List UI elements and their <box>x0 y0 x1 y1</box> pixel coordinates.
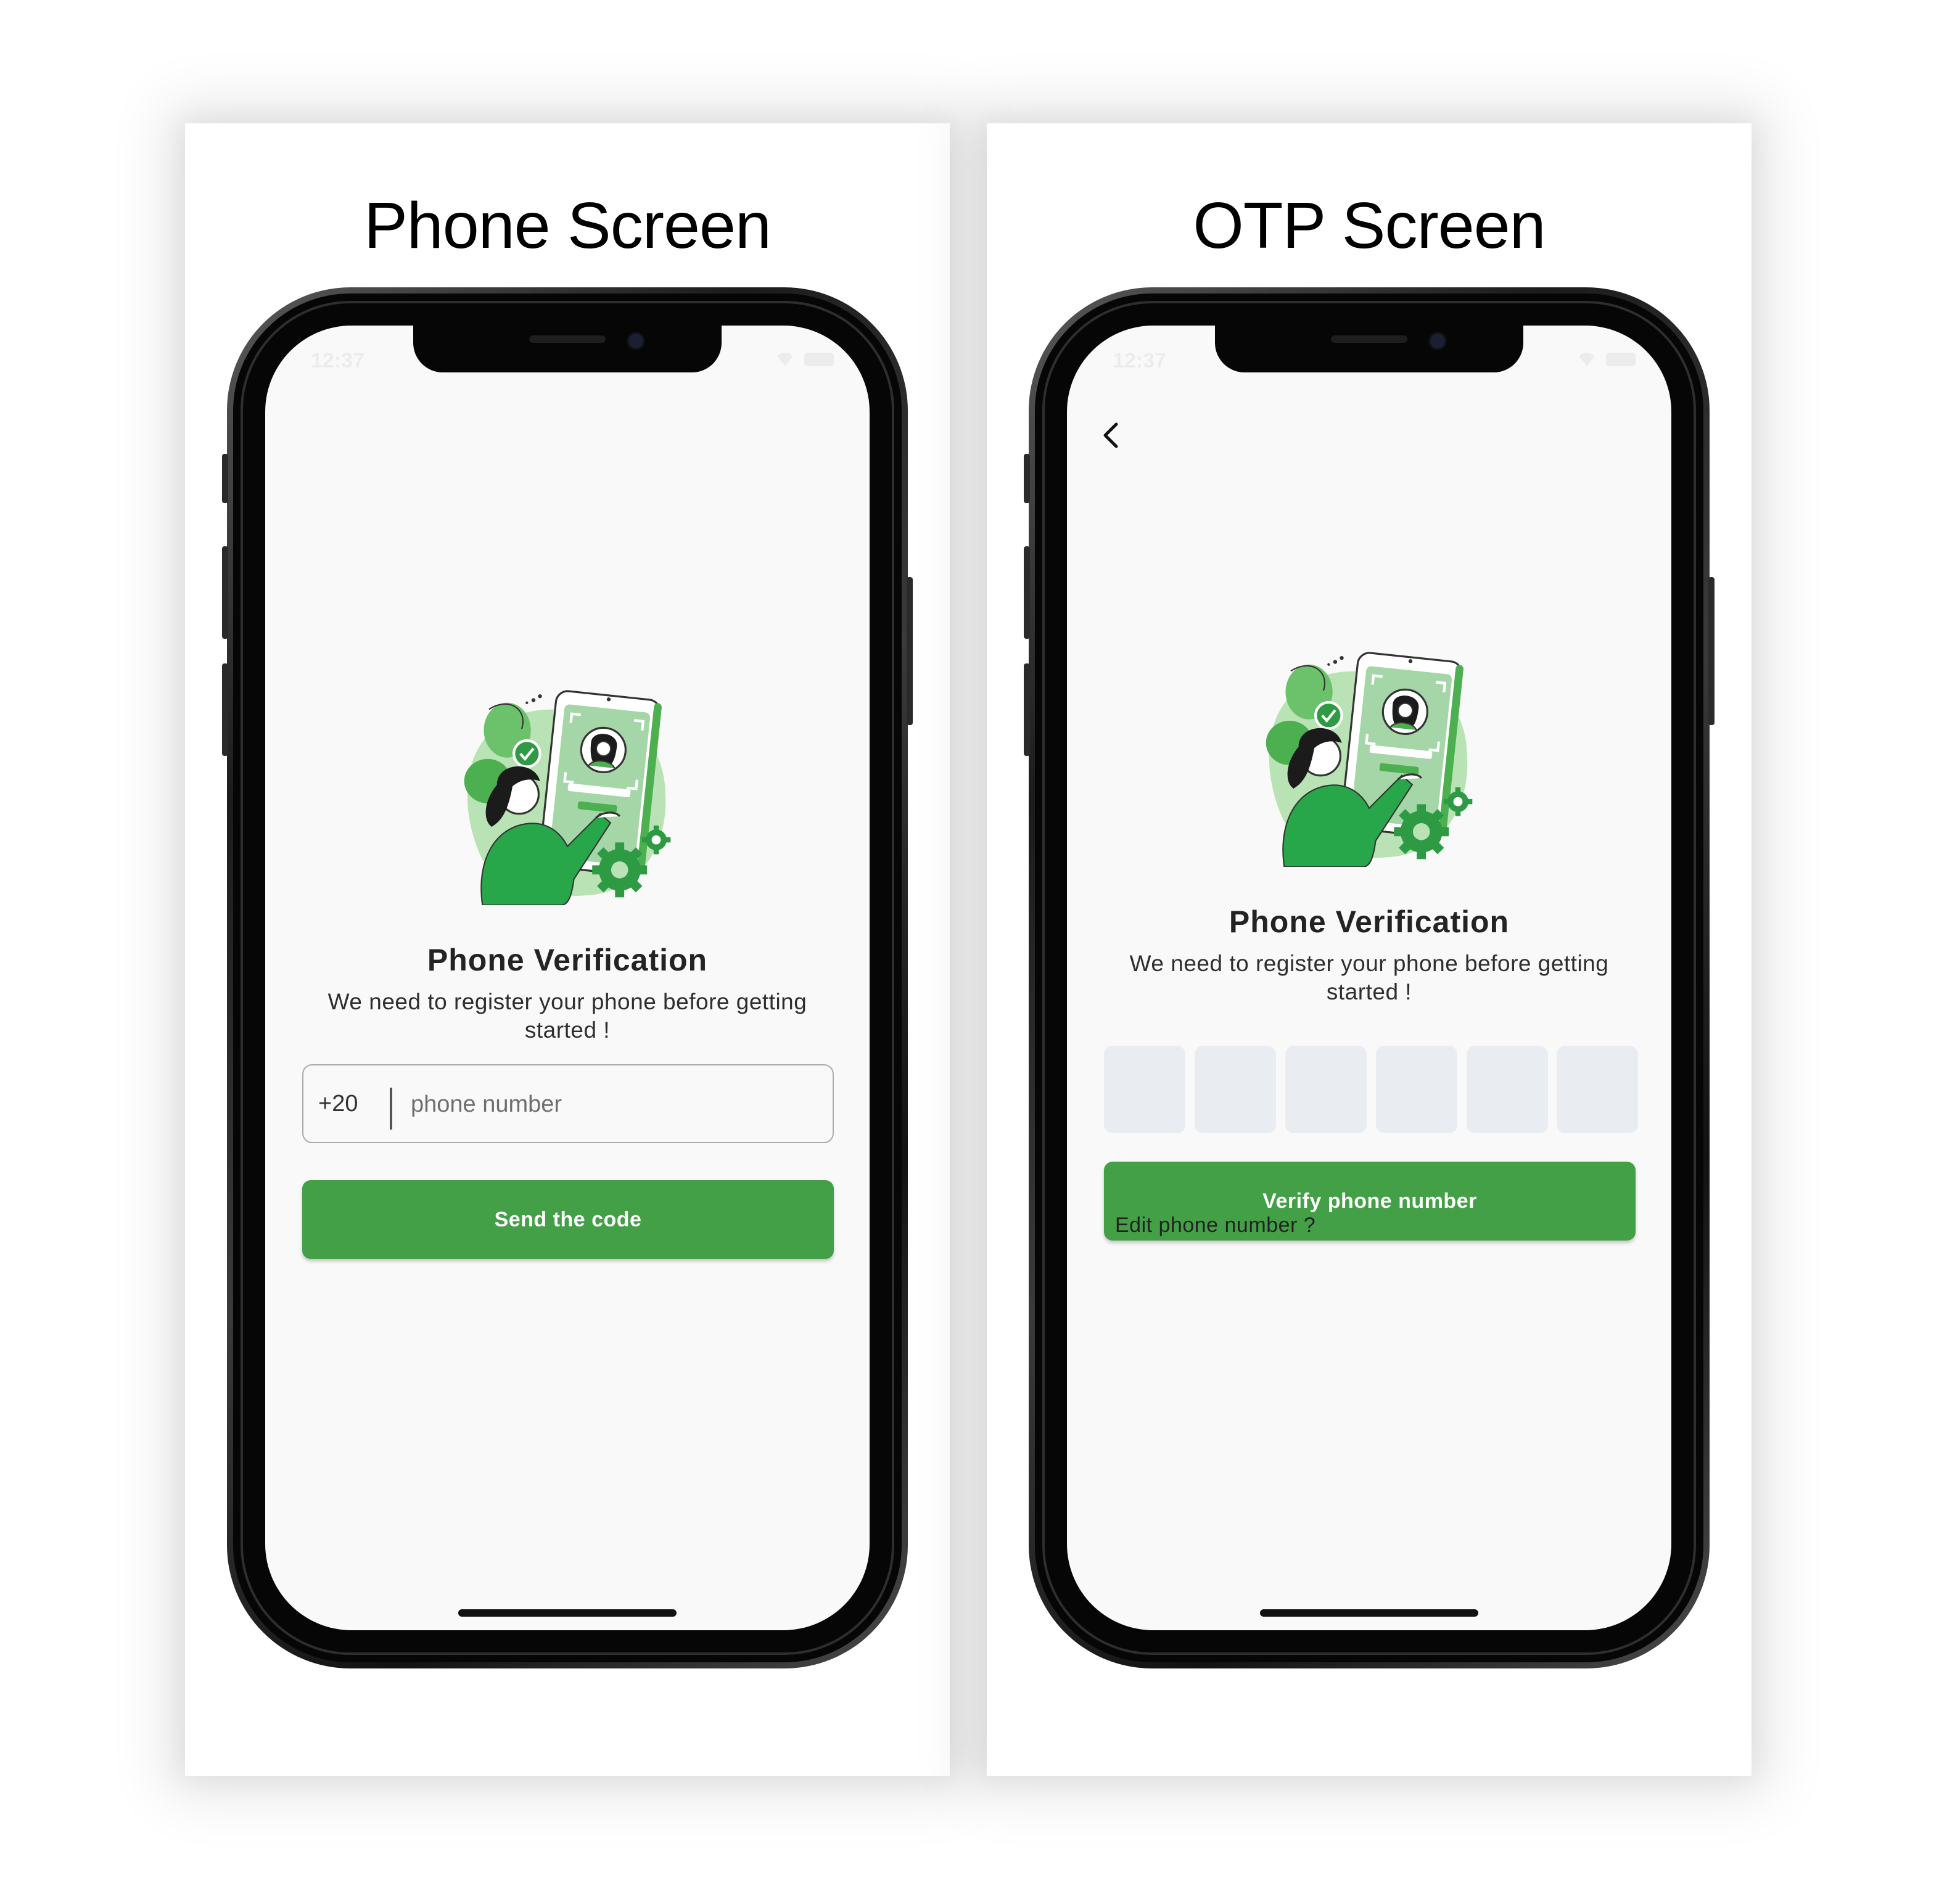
camera-icon <box>627 332 645 350</box>
field-divider <box>390 1088 392 1130</box>
otp-digit-input[interactable] <box>1104 1046 1185 1133</box>
otp-screen-display: 12:37 Phone Verification We need to regi… <box>1067 326 1671 1630</box>
page-subtitle: We need to register your phone before ge… <box>1129 951 1609 1004</box>
speaker-grille <box>529 335 606 343</box>
phone-frame: 12:37 Phone Verification We need to regi… <box>222 287 913 1668</box>
otp-digit-input[interactable] <box>1195 1046 1276 1133</box>
otp-digit-input[interactable] <box>1467 1046 1548 1133</box>
status-time: 12:37 <box>1113 349 1166 372</box>
notch <box>413 326 722 372</box>
otp-digit-input[interactable] <box>1285 1046 1367 1133</box>
card-title: OTP Screen <box>1193 189 1546 262</box>
battery-icon <box>804 353 834 366</box>
otp-digit-input[interactable] <box>1557 1046 1638 1133</box>
notch <box>1215 326 1523 372</box>
home-indicator[interactable] <box>458 1609 677 1617</box>
send-code-button[interactable]: Send the code <box>302 1180 834 1259</box>
speaker-grille <box>1331 335 1407 343</box>
back-button[interactable] <box>1093 417 1130 454</box>
country-code[interactable]: +20 <box>318 1065 358 1142</box>
otp-input-row <box>1104 1046 1638 1133</box>
page-subtitle: We need to register your phone before ge… <box>327 989 807 1043</box>
verification-illustration <box>1258 645 1480 867</box>
verification-illustration <box>456 683 678 905</box>
status-icons <box>1576 353 1636 366</box>
phone-screen-card: Phone Screen 12:37 Phone Verification We… <box>185 123 950 1776</box>
page-title: Phone Verification <box>427 943 708 977</box>
camera-icon <box>1428 332 1447 350</box>
status-icons <box>775 353 834 366</box>
chevron-left-icon <box>1103 422 1118 448</box>
wifi-icon <box>1576 353 1597 366</box>
otp-digit-input[interactable] <box>1376 1046 1457 1133</box>
phone-frame: 12:37 Phone Verification We need to regi… <box>1024 287 1715 1668</box>
wifi-icon <box>775 353 796 366</box>
card-title: Phone Screen <box>364 189 772 262</box>
battery-icon <box>1606 353 1636 366</box>
page-title: Phone Verification <box>1229 905 1510 939</box>
status-time: 12:37 <box>311 349 364 372</box>
home-indicator[interactable] <box>1260 1609 1478 1617</box>
phone-field[interactable]: +20 <box>302 1064 834 1143</box>
phone-number-input[interactable] <box>410 1077 807 1132</box>
otp-screen-card: OTP Screen 12:37 Phone Verification We n… <box>987 123 1752 1776</box>
edit-phone-link[interactable]: Edit phone number ? <box>1115 1213 1315 1237</box>
phone-screen-display: 12:37 Phone Verification We need to regi… <box>265 326 870 1630</box>
